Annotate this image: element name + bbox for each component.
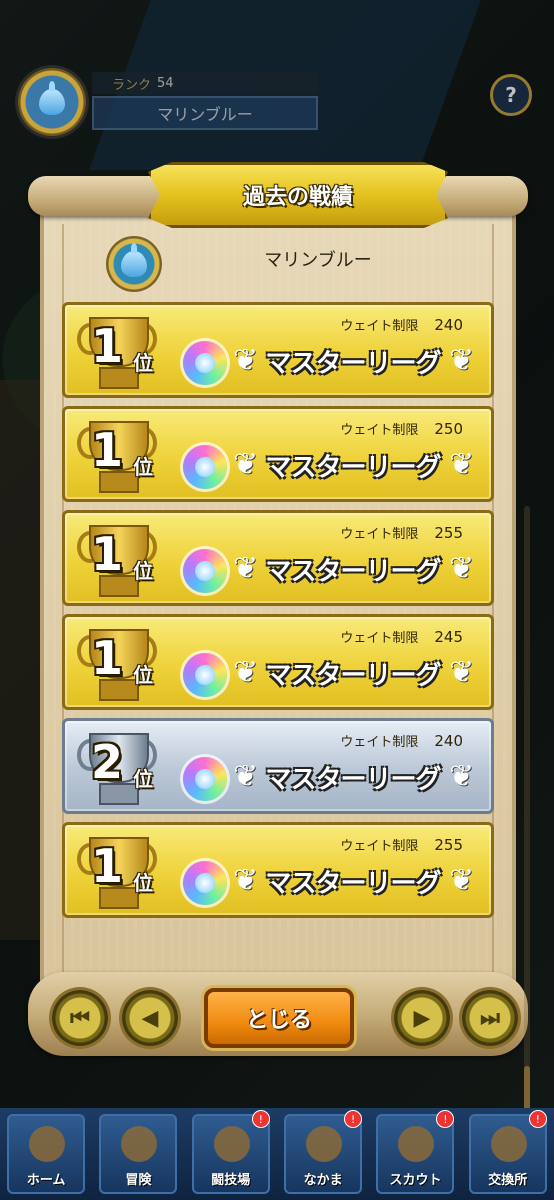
laurel-right-icon: ❦ — [449, 447, 475, 482]
master-league-icon — [183, 341, 227, 385]
scout-icon — [398, 1126, 435, 1162]
placement-rank: 1 — [91, 839, 124, 893]
tab-exchange[interactable]: 交換所 ! — [468, 1110, 547, 1194]
party-icon — [306, 1126, 343, 1162]
next-button[interactable]: ▶ — [394, 990, 450, 1046]
tab-label: スカウト — [389, 1173, 442, 1188]
placement-rank: 1 — [91, 527, 124, 581]
notification-badge: ! — [344, 1110, 363, 1128]
tab-home[interactable]: ホーム — [7, 1114, 86, 1194]
close-button[interactable]: とじる — [204, 988, 354, 1048]
skip-first-button[interactable]: ⏮ — [52, 990, 108, 1046]
laurel-right-icon: ❦ — [449, 551, 475, 586]
scrollbar[interactable] — [524, 506, 530, 1136]
adventure-icon — [121, 1126, 158, 1162]
laurel-right-icon: ❦ — [449, 759, 475, 794]
master-league-icon — [183, 653, 227, 697]
tab-label: 冒険 — [125, 1173, 152, 1188]
tab-adventure[interactable]: 冒険 — [99, 1114, 178, 1194]
skip-last-button[interactable]: ⏭ — [462, 990, 518, 1046]
placement-suffix: 位 — [133, 663, 153, 687]
tab-arena[interactable]: 闘技場 ! — [191, 1110, 270, 1194]
placement-suffix: 位 — [133, 767, 153, 791]
home-icon — [29, 1126, 66, 1162]
prev-button[interactable]: ◀ — [122, 990, 178, 1046]
weight-label: ウェイト制限 — [340, 423, 419, 438]
record-card: 1 位 ウェイト制限 240 ❦ マスターリーグ ❦ — [62, 302, 494, 398]
skip-first-icon: ⏮ — [70, 1005, 90, 1031]
dialog-title: 過去の戦績 — [242, 185, 353, 210]
placement-suffix: 位 — [133, 559, 153, 583]
slime-icon — [121, 243, 147, 277]
weight-value: 240 — [434, 316, 463, 334]
record-card: 1 位 ウェイト制限 250 ❦ マスターリーグ ❦ — [62, 406, 494, 502]
weight-limit: ウェイト制限 255 — [340, 835, 463, 854]
laurel-right-icon: ❦ — [449, 863, 475, 898]
master-league-icon — [183, 861, 227, 905]
placement-rank: 2 — [91, 735, 124, 789]
weight-limit: ウェイト制限 255 — [340, 523, 463, 542]
weight-limit: ウェイト制限 240 — [340, 731, 463, 750]
tab-scout[interactable]: スカウト ! — [376, 1110, 455, 1194]
tab-label: 交換所 — [488, 1173, 528, 1188]
next-icon: ▶ — [413, 1005, 431, 1031]
placement-suffix: 位 — [133, 871, 153, 895]
league-name: マスターリーグ — [265, 349, 441, 379]
arena-icon — [213, 1126, 250, 1162]
weight-label: ウェイト制限 — [340, 735, 419, 750]
weight-limit: ウェイト制限 240 — [340, 315, 463, 334]
bottom-tab-bar: ホーム 冒険 闘技場 ! なかま ! スカウト ! 交換所 ! — [0, 1108, 554, 1200]
player-emblem-icon — [106, 236, 162, 292]
skip-last-icon: ⏭ — [480, 1005, 500, 1031]
master-league-icon — [183, 445, 227, 489]
notification-badge: ! — [251, 1110, 270, 1128]
slime-icon — [39, 81, 65, 115]
tab-party[interactable]: なかま ! — [284, 1110, 363, 1194]
record-card: 1 位 ウェイト制限 255 ❦ マスターリーグ ❦ — [62, 822, 494, 918]
placement-suffix: 位 — [133, 455, 153, 479]
record-card: 2 位 ウェイト制限 240 ❦ マスターリーグ ❦ — [62, 718, 494, 814]
league-name: マスターリーグ — [265, 557, 441, 587]
league-name: マスターリーグ — [265, 765, 441, 795]
records-list[interactable]: 1 位 ウェイト制限 240 ❦ マスターリーグ ❦ 1 位 ウェイト制限 250 … — [62, 302, 494, 926]
weight-value: 245 — [434, 628, 463, 646]
prev-icon: ◀ — [141, 1005, 159, 1031]
weight-limit: ウェイト制限 245 — [340, 627, 463, 646]
laurel-right-icon: ❦ — [449, 343, 475, 378]
weight-value: 255 — [434, 836, 463, 854]
weight-value: 255 — [434, 524, 463, 542]
weight-value: 250 — [434, 420, 463, 438]
weight-label: ウェイト制限 — [340, 839, 419, 854]
player-emblem-icon[interactable] — [18, 68, 86, 136]
placement-suffix: 位 — [133, 351, 153, 375]
notification-badge: ! — [528, 1110, 547, 1128]
title-ribbon: 過去の戦績 — [148, 162, 448, 228]
master-league-icon — [183, 549, 227, 593]
record-card: 1 位 ウェイト制限 245 ❦ マスターリーグ ❦ — [62, 614, 494, 710]
weight-label: ウェイト制限 — [340, 527, 419, 542]
placement-rank: 1 — [91, 319, 124, 373]
placement-rank: 1 — [91, 423, 124, 477]
weight-label: ウェイト制限 — [340, 631, 419, 646]
weight-limit: ウェイト制限 250 — [340, 419, 463, 438]
exchange-icon — [490, 1126, 527, 1162]
league-name: マスターリーグ — [265, 869, 441, 899]
notification-badge: ! — [436, 1110, 455, 1128]
dialog-player-name: マリンブルー — [264, 250, 372, 271]
records-dialog: 過去の戦績 マリンブルー 1 位 ウェイト制限 240 ❦ マスターリーグ ❦ 1… — [28, 162, 530, 1136]
master-league-icon — [183, 757, 227, 801]
league-name: マスターリーグ — [265, 661, 441, 691]
tab-label: 闘技場 — [211, 1173, 251, 1188]
placement-rank: 1 — [91, 631, 124, 685]
laurel-right-icon: ❦ — [449, 655, 475, 690]
weight-label: ウェイト制限 — [340, 319, 419, 334]
tab-label: ホーム — [26, 1173, 66, 1188]
record-card: 1 位 ウェイト制限 255 ❦ マスターリーグ ❦ — [62, 510, 494, 606]
weight-value: 240 — [434, 732, 463, 750]
tab-label: なかま — [303, 1173, 343, 1188]
league-name: マスターリーグ — [265, 453, 441, 483]
